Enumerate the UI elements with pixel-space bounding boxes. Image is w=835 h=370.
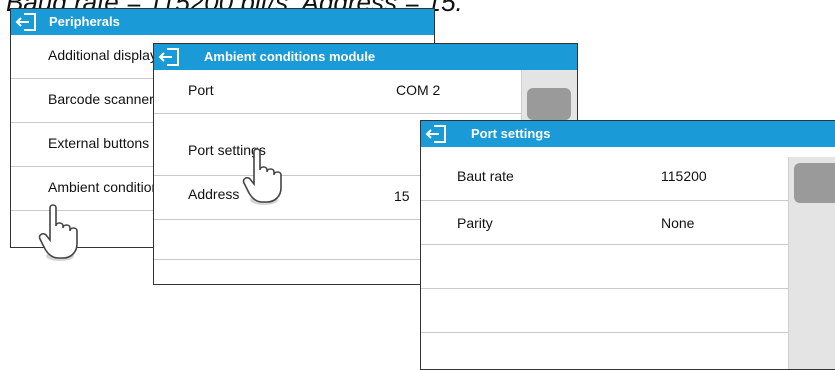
list-item-value: None bbox=[661, 215, 695, 231]
list-item-label: Parity bbox=[457, 215, 493, 231]
list-item-empty bbox=[421, 245, 788, 289]
list-item-port[interactable]: Port COM 2 bbox=[154, 70, 521, 114]
list-item-value: 15 bbox=[394, 188, 410, 204]
ambient-title: Ambient conditions module bbox=[204, 49, 376, 64]
list-item-label: Additional display bbox=[48, 47, 157, 63]
list-item-label: Port bbox=[188, 82, 214, 98]
list-item-parity[interactable]: Parity None bbox=[421, 201, 788, 245]
pointing-hand-icon bbox=[38, 204, 78, 261]
list-item-label: External buttons bbox=[48, 135, 150, 151]
port-settings-title: Port settings bbox=[471, 126, 551, 141]
back-arrow-icon[interactable] bbox=[15, 12, 39, 32]
list-item-label: Baut rate bbox=[457, 168, 514, 184]
list-item-label: Barcode scanner bbox=[48, 91, 154, 107]
port-settings-scrollbar[interactable] bbox=[788, 157, 835, 369]
peripherals-title: Peripherals bbox=[49, 14, 120, 29]
ambient-title-bar: Ambient conditions module bbox=[154, 44, 577, 70]
list-item-value: COM 2 bbox=[396, 82, 441, 98]
port-settings-title-bar: Port settings bbox=[421, 121, 835, 147]
back-arrow-icon[interactable] bbox=[158, 47, 182, 67]
pointing-hand-icon bbox=[242, 148, 282, 205]
port-settings-window: Port settings Baut rate 115200 Parity No… bbox=[420, 120, 835, 370]
scrollbar-thumb[interactable] bbox=[794, 163, 835, 203]
back-arrow-icon[interactable] bbox=[425, 124, 449, 144]
list-item-empty bbox=[421, 289, 788, 333]
scrollbar-thumb[interactable] bbox=[527, 88, 571, 120]
list-item-baud-rate[interactable]: Baut rate 115200 bbox=[421, 157, 788, 201]
list-item-value: 115200 bbox=[661, 168, 707, 184]
peripherals-title-bar: Peripherals bbox=[11, 9, 434, 35]
list-item-label: Address bbox=[188, 186, 240, 202]
